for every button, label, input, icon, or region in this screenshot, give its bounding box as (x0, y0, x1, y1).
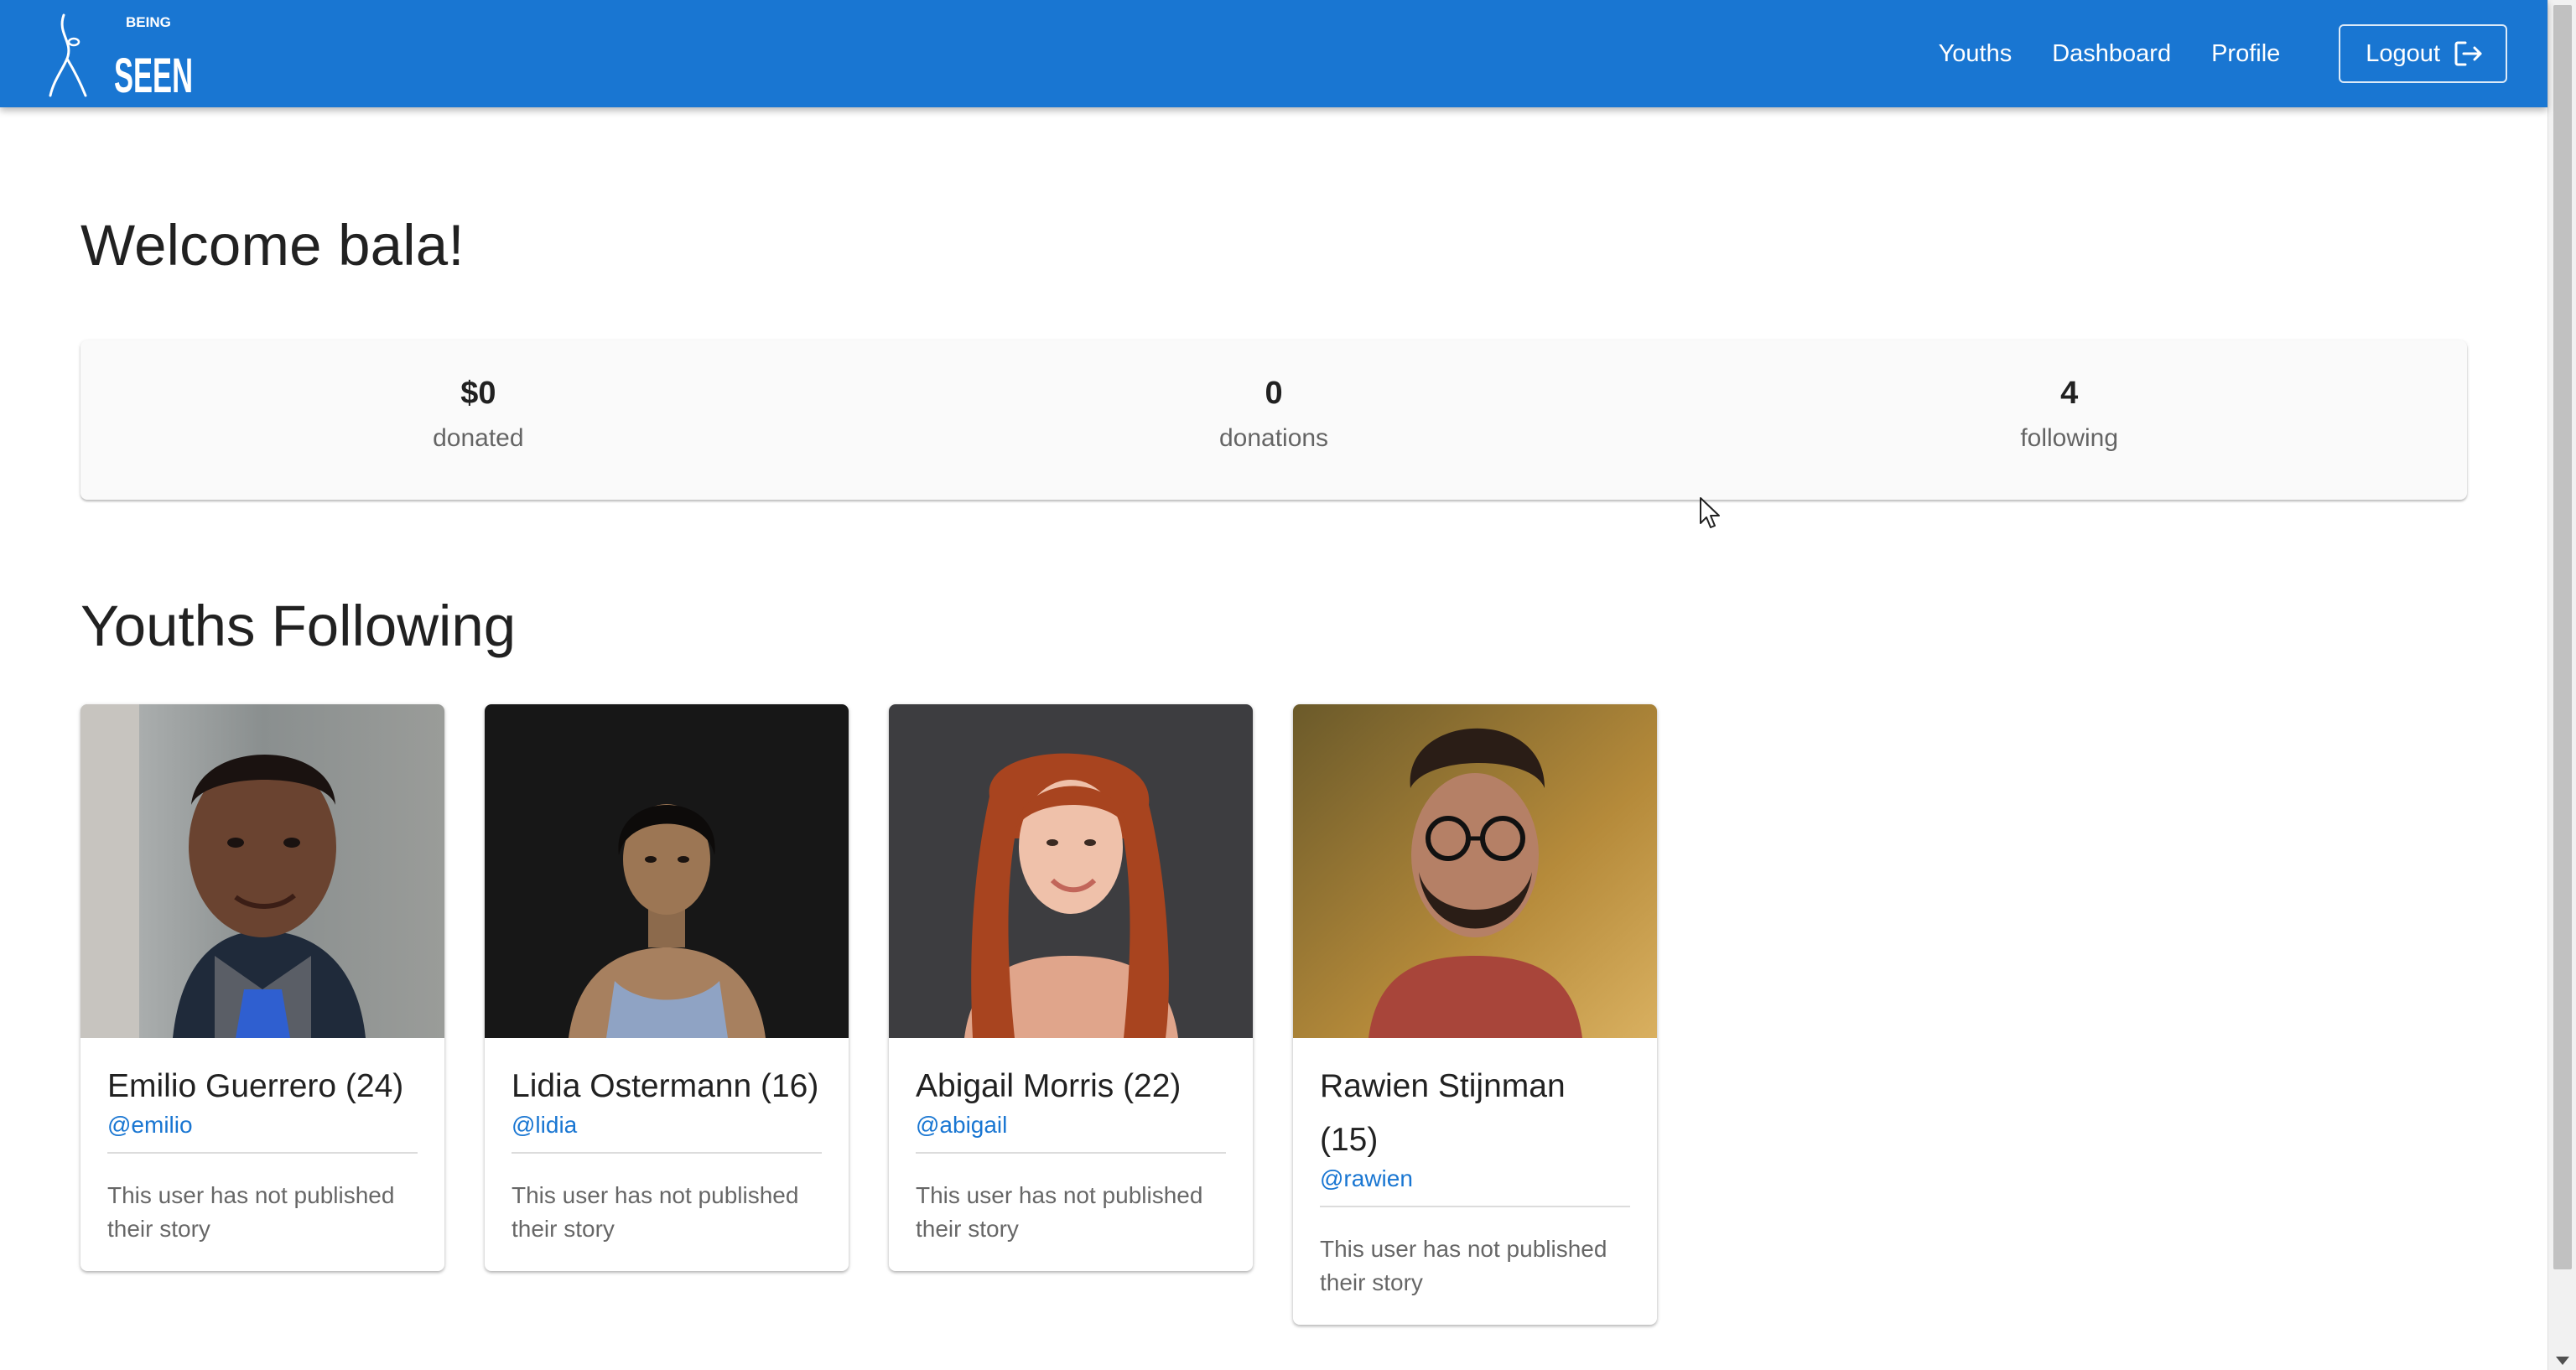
youth-story: This user has not published their story (1320, 1236, 1607, 1295)
youth-card-emilio[interactable]: Emilio Guerrero (24) @emilio This user h… (80, 704, 444, 1271)
youth-card-body: Emilio Guerrero (24) @emilio This user h… (80, 1038, 444, 1271)
youth-story: This user has not published their story (512, 1182, 799, 1242)
divider (107, 1152, 418, 1154)
logo-text-large: SEEN (114, 49, 193, 99)
stats-card: $0 donated 0 donations 4 following (80, 340, 2467, 500)
youth-photo (485, 704, 849, 1038)
youth-name: Abigail Morris (22) (916, 1068, 1182, 1104)
logo-text-small: BEING (126, 14, 171, 30)
youth-card-lidia[interactable]: Lidia Ostermann (16) @lidia This user ha… (485, 704, 849, 1271)
youth-name: Lidia Ostermann (16) (512, 1068, 819, 1104)
scroll-down-arrow-icon[interactable] (2556, 1357, 2569, 1365)
stat-label: donated (433, 424, 524, 452)
nav-link-youths[interactable]: Youths (1939, 40, 2012, 68)
divider (916, 1152, 1226, 1154)
stat-value: 0 (1265, 376, 1283, 411)
youth-handle[interactable]: @emilio (107, 1108, 418, 1142)
divider (512, 1152, 822, 1154)
youth-name: Rawien Stijnman (15) (1320, 1068, 1566, 1158)
logout-icon (2454, 40, 2484, 67)
stat-label: donations (1218, 424, 1329, 452)
youth-photo (80, 704, 444, 1038)
divider (1320, 1206, 1630, 1207)
logout-label: Logout (2366, 39, 2440, 67)
vertical-scrollbar[interactable] (2547, 0, 2576, 1370)
being-seen-logo[interactable]: BEING SEEN (49, 8, 200, 99)
youth-name: Emilio Guerrero (24) (107, 1068, 404, 1104)
youth-story: This user has not published their story (916, 1182, 1203, 1242)
youth-handle[interactable]: @rawien (1320, 1162, 1630, 1196)
youth-photo (889, 704, 1253, 1038)
youth-card-body: Lidia Ostermann (16) @lidia This user ha… (485, 1038, 849, 1271)
youth-photo (1293, 704, 1657, 1038)
stat-value: 4 (2060, 376, 2079, 411)
nav-link-dashboard[interactable]: Dashboard (2052, 40, 2171, 68)
youth-cards-list: Emilio Guerrero (24) @emilio This user h… (80, 704, 1697, 1325)
youth-handle[interactable]: @abigail (916, 1108, 1226, 1142)
logout-button[interactable]: Logout (2339, 24, 2507, 83)
youth-handle[interactable]: @lidia (512, 1108, 822, 1142)
youth-card-body: Rawien Stijnman (15) @rawien This user h… (1293, 1038, 1657, 1325)
stat-donations: 0 donations (876, 340, 1672, 500)
stat-label: following (2020, 424, 2119, 452)
scrollbar-thumb[interactable] (2553, 5, 2572, 1269)
top-app-bar: BEING SEEN Youths Dashboard Profile Logo… (0, 0, 2547, 107)
nav-link-profile[interactable]: Profile (2211, 40, 2280, 68)
stat-following: 4 following (1671, 340, 2467, 500)
main-nav: Youths Dashboard Profile Logout (1939, 0, 2547, 107)
stat-value: $0 (460, 376, 496, 411)
youth-card-body: Abigail Morris (22) @abigail This user h… (889, 1038, 1253, 1271)
youth-card-rawien[interactable]: Rawien Stijnman (15) @rawien This user h… (1293, 704, 1657, 1325)
youth-story: This user has not published their story (107, 1182, 395, 1242)
stat-donated: $0 donated (80, 340, 876, 500)
mouse-cursor-icon (1699, 496, 1722, 534)
youth-card-abigail[interactable]: Abigail Morris (22) @abigail This user h… (889, 704, 1253, 1271)
section-title: Youths Following (80, 594, 517, 658)
welcome-title: Welcome bala! (80, 213, 465, 278)
